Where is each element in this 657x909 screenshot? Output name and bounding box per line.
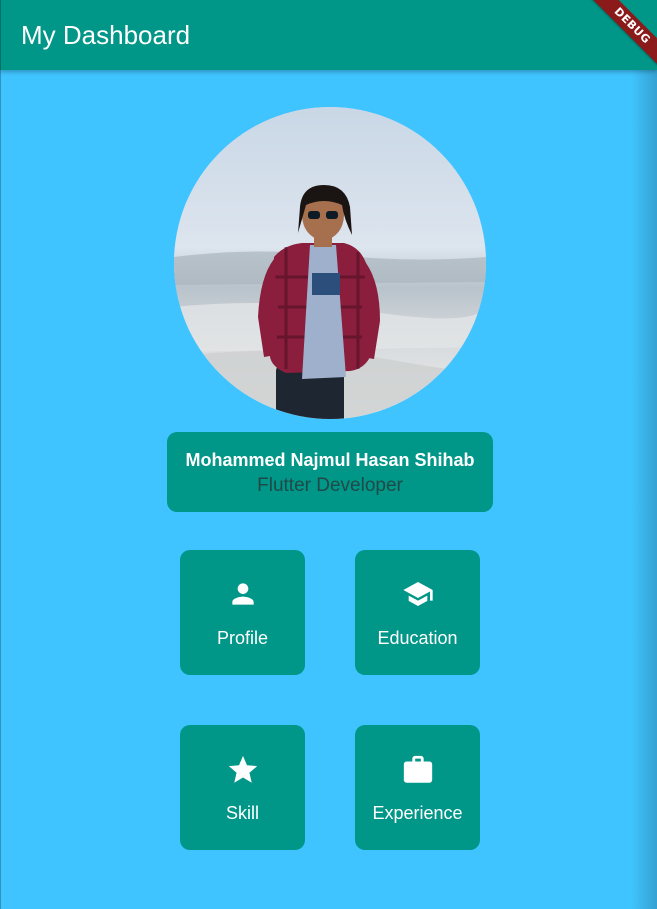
window-edge [0,0,1,909]
profile-tile-label: Profile [216,628,269,648]
briefcase-icon [355,753,480,785]
profile-card: Mohammed Najmul Hasan Shihab Flutter Dev… [167,432,493,512]
school-icon [355,578,480,610]
skill-tile[interactable]: Skill [180,725,305,850]
experience-tile[interactable]: Experience [355,725,480,850]
education-tile[interactable]: Education [355,550,480,675]
star-icon [180,753,305,785]
education-tile-label: Education [377,628,458,648]
person-icon [180,578,305,610]
profile-tile[interactable]: Profile [180,550,305,675]
profile-photo [174,107,486,419]
skill-tile-label: Skill [225,803,259,823]
app-bar: My Dashboard [0,0,657,70]
profile-avatar [174,107,486,419]
experience-tile-label: Experience [372,803,463,823]
debug-banner: DEBUG [577,0,657,80]
debug-label: DEBUG [586,0,657,72]
profile-role: Flutter Developer [257,475,403,496]
profile-name: Mohammed Najmul Hasan Shihab [185,450,475,470]
side-shadow [631,0,657,909]
app-bar-title: My Dashboard [21,20,191,50]
